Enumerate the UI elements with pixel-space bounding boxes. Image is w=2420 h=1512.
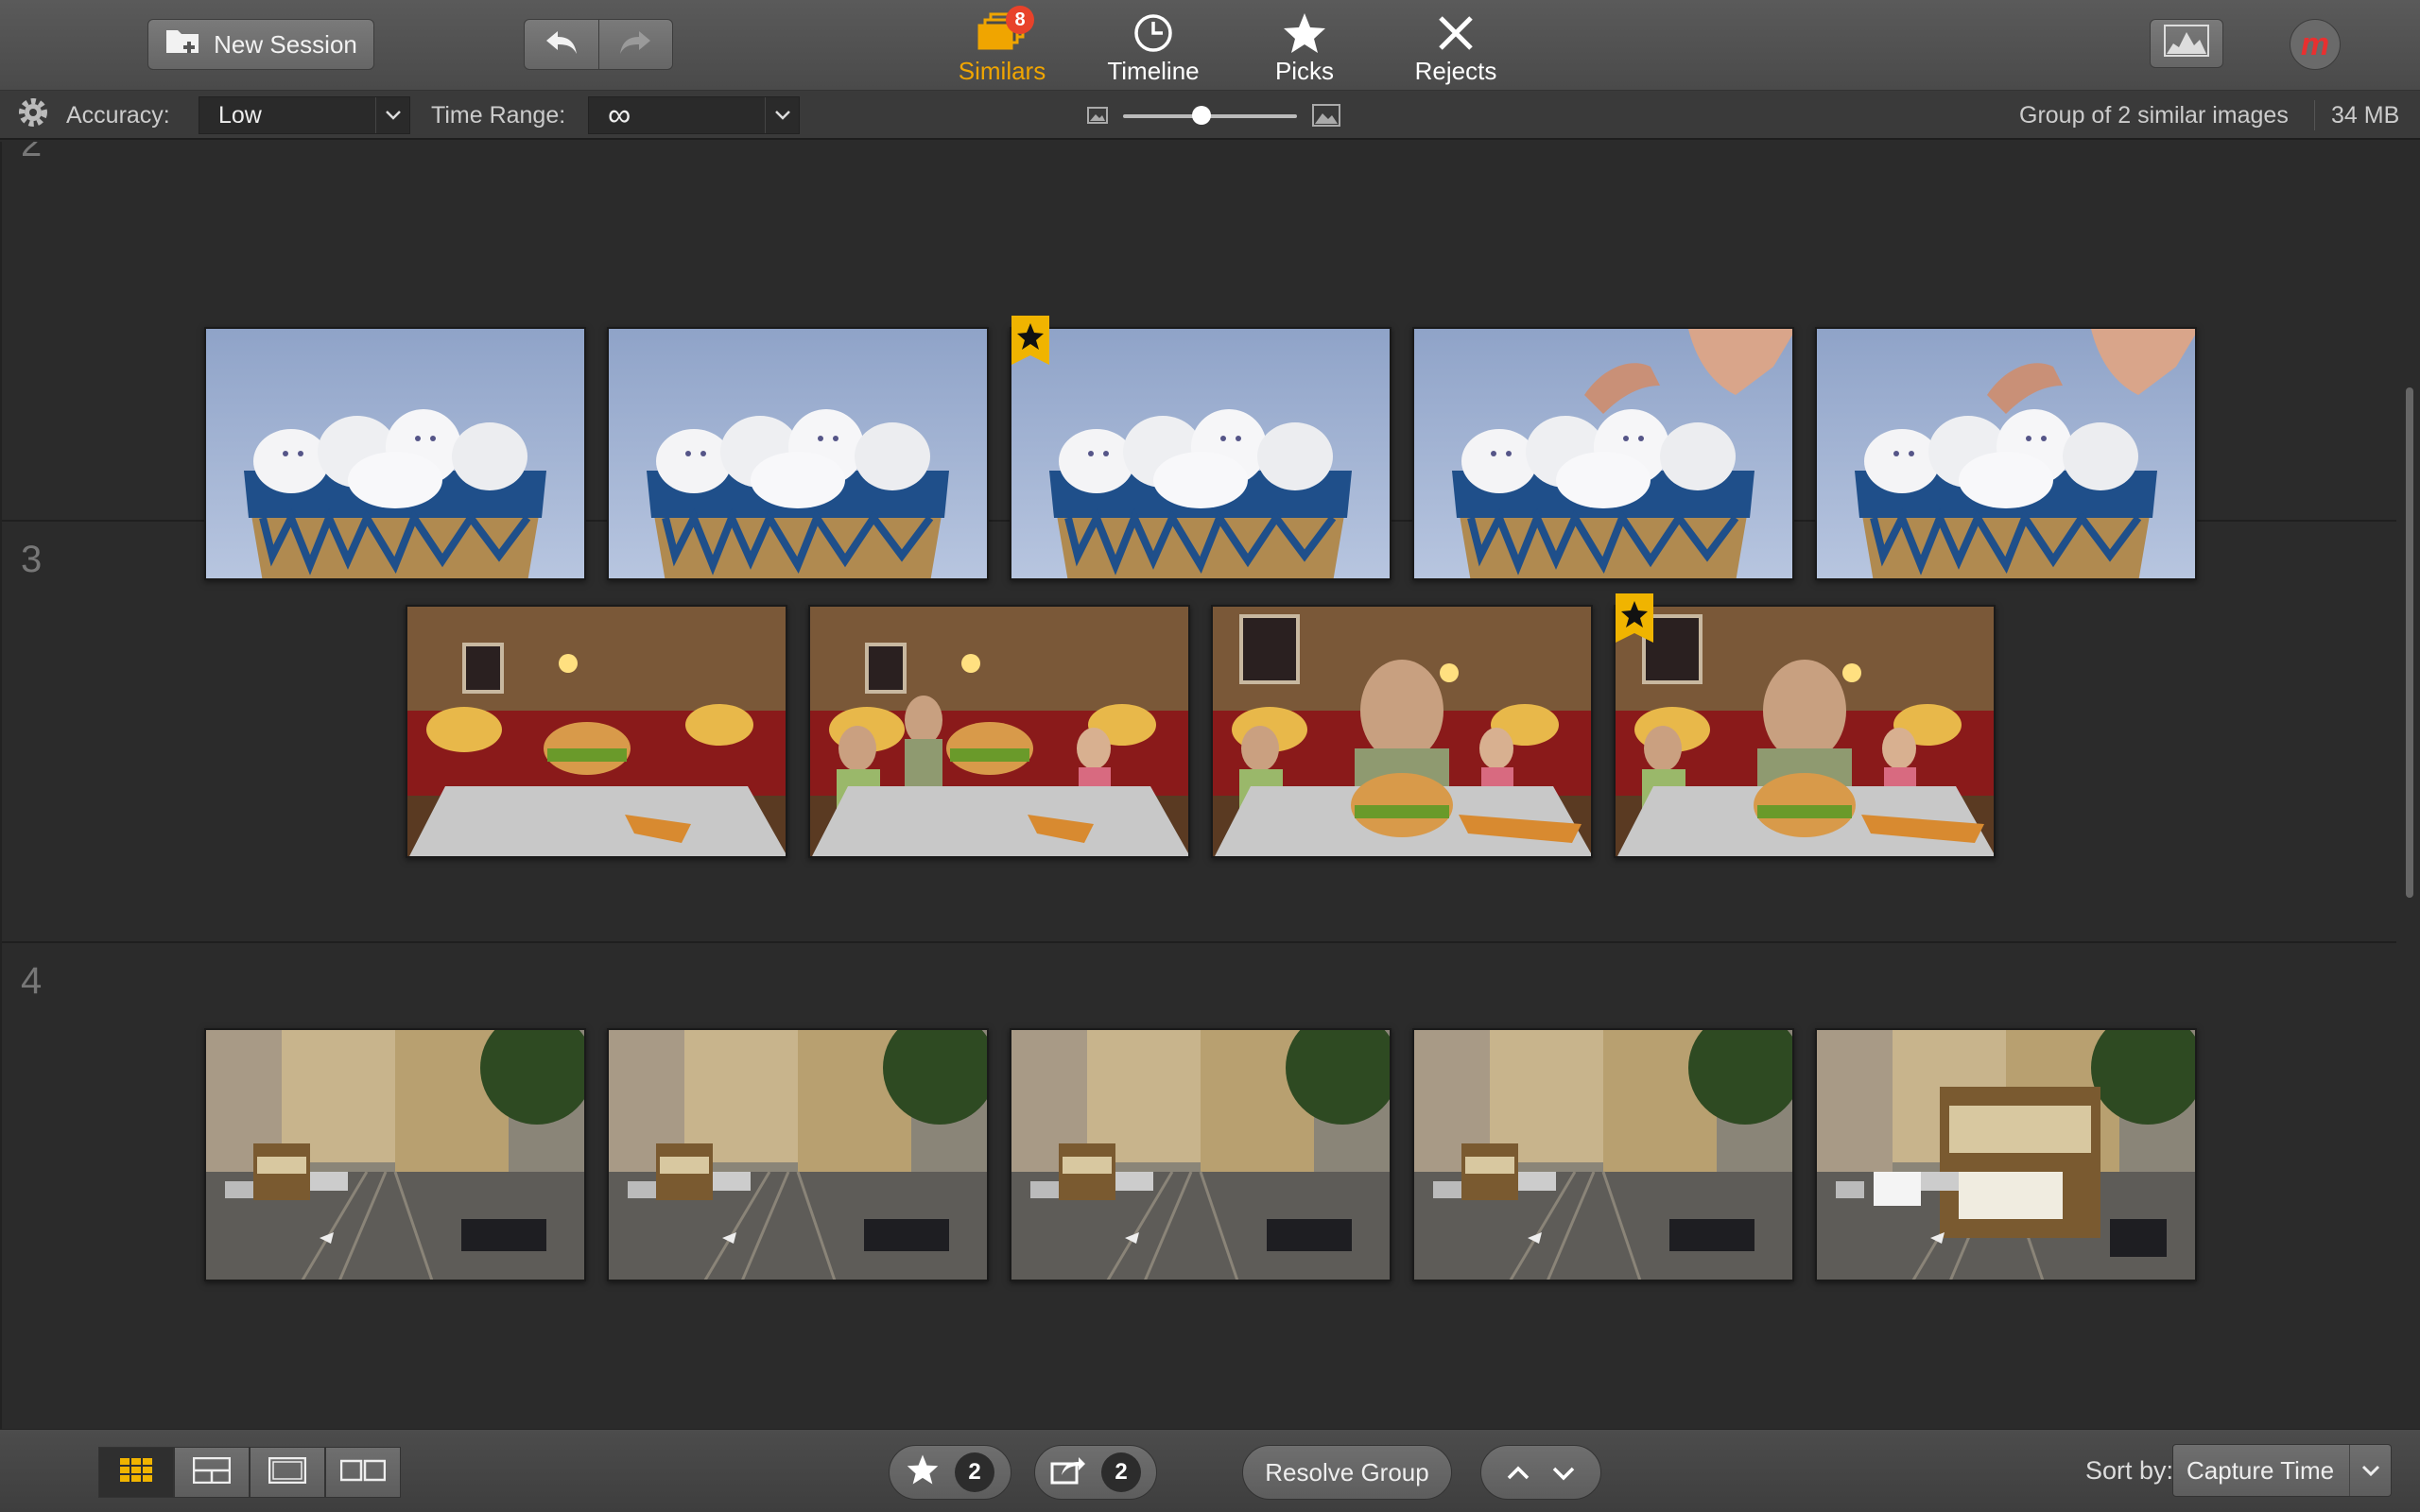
resolve-group-label: Resolve Group [1265,1457,1429,1486]
photo-thumbnail[interactable] [1010,1028,1392,1281]
tab-picks-label: Picks [1274,57,1335,85]
undo-icon [543,27,580,62]
similar-group: 4 [2,943,2396,1429]
picks-count-button[interactable]: 2 [889,1445,1011,1500]
similars-count-badge: 8 [1006,6,1034,34]
app-window: New Session Similars 8 Timeline Picks Re… [0,0,2420,1512]
tab-similars[interactable]: Similars 8 [926,0,1078,91]
tab-timeline[interactable]: Timeline [1078,0,1229,91]
tab-similars-label: Similars [958,57,1046,85]
sort-select[interactable]: Capture Time [2172,1444,2392,1497]
similar-group: 2 [2,142,2396,580]
photo-thumbnail[interactable] [1412,1028,1794,1281]
app-logo-button[interactable]: m [2290,19,2341,70]
compare-view-button[interactable] [174,1447,250,1498]
star-icon [906,1453,940,1492]
small-thumbnail-icon [1087,91,1108,140]
photo-thumbnail[interactable] [808,605,1190,858]
histogram-button[interactable] [2150,19,2223,68]
group-number: 2 [21,142,43,164]
chevron-down-icon [1551,1458,1576,1486]
star-icon [1282,9,1327,57]
group-number: 3 [21,539,43,580]
chevron-down-icon [2349,1445,2391,1496]
time-range-select[interactable]: ∞ [588,96,800,134]
split-layout-icon [192,1456,232,1488]
scrollbar-thumb[interactable] [2406,387,2413,898]
previous-group-button[interactable] [1506,1458,1530,1487]
new-session-label: New Session [214,29,357,59]
chevron-down-icon [375,97,409,133]
single-view-button[interactable] [250,1447,325,1498]
photo-thumbnail[interactable] [1815,1028,2197,1281]
x-icon [1435,9,1477,57]
group-number: 4 [21,960,43,1002]
sort-by-label: Sort by: [2085,1455,2174,1485]
view-mode-group [98,1447,401,1498]
large-thumbnail-icon [1312,91,1340,140]
share-icon [1050,1454,1086,1491]
slider-handle[interactable] [1191,106,1211,125]
tab-picks[interactable]: Picks [1229,0,1380,91]
filter-divider [2314,100,2315,130]
export-button[interactable]: 2 [1034,1445,1157,1500]
new-session-button[interactable]: New Session [147,19,374,70]
similar-groups-list: 2 3 4 [0,142,2396,1429]
mode-tabs: Similars 8 Timeline Picks Rejects [926,0,1531,91]
group-navigation [1480,1445,1601,1500]
grid-view-button[interactable] [98,1447,174,1498]
single-frame-icon [268,1456,307,1488]
m-logo-icon: m [2300,26,2330,62]
chevron-up-icon [1506,1458,1530,1486]
time-range-value: ∞ [608,96,631,133]
next-group-button[interactable] [1551,1458,1576,1487]
settings-button[interactable] [15,91,51,140]
two-frames-icon [339,1459,387,1486]
grid-icon [120,1457,152,1487]
tab-timeline-label: Timeline [1107,57,1200,85]
sort-value: Capture Time [2187,1455,2335,1485]
clock-icon [1132,9,1174,57]
pick-flag-icon [1616,593,1653,643]
photo-thumbnail[interactable] [607,1028,989,1281]
top-toolbar: New Session Similars 8 Timeline Picks Re… [0,0,2420,91]
pick-flag-icon [1011,316,1049,365]
accuracy-value: Low [218,101,262,129]
undo-redo-group [524,19,673,70]
resolve-group-button[interactable]: Resolve Group [1242,1445,1452,1500]
accuracy-label: Accuracy: [66,101,170,129]
tab-rejects[interactable]: Rejects [1380,0,1531,91]
time-range-label: Time Range: [431,101,566,129]
undo-button[interactable] [524,19,599,70]
side-by-side-view-button[interactable] [325,1447,401,1498]
accuracy-select[interactable]: Low [199,96,410,134]
histogram-icon [2164,24,2209,63]
size-info-text: 34 MB [2331,101,2400,129]
tab-rejects-label: Rejects [1414,57,1497,85]
redo-button[interactable] [598,19,673,70]
picks-count: 2 [955,1452,994,1492]
bottom-bar: 2 2 Resolve Group [0,1429,2420,1512]
photo-thumbnail[interactable] [204,1028,586,1281]
photo-thumbnail[interactable] [1614,605,1996,858]
chevron-down-icon [765,97,799,133]
vertical-scrollbar[interactable] [2398,142,2420,1429]
photo-thumbnail[interactable] [406,605,787,858]
export-count: 2 [1101,1452,1141,1492]
similar-group: 3 [2,522,2396,943]
new-folder-icon [164,26,202,63]
group-info-text: Group of 2 similar images [2019,101,2289,129]
redo-icon [616,27,654,62]
gear-icon [15,94,51,137]
photo-thumbnail[interactable] [1211,605,1593,858]
